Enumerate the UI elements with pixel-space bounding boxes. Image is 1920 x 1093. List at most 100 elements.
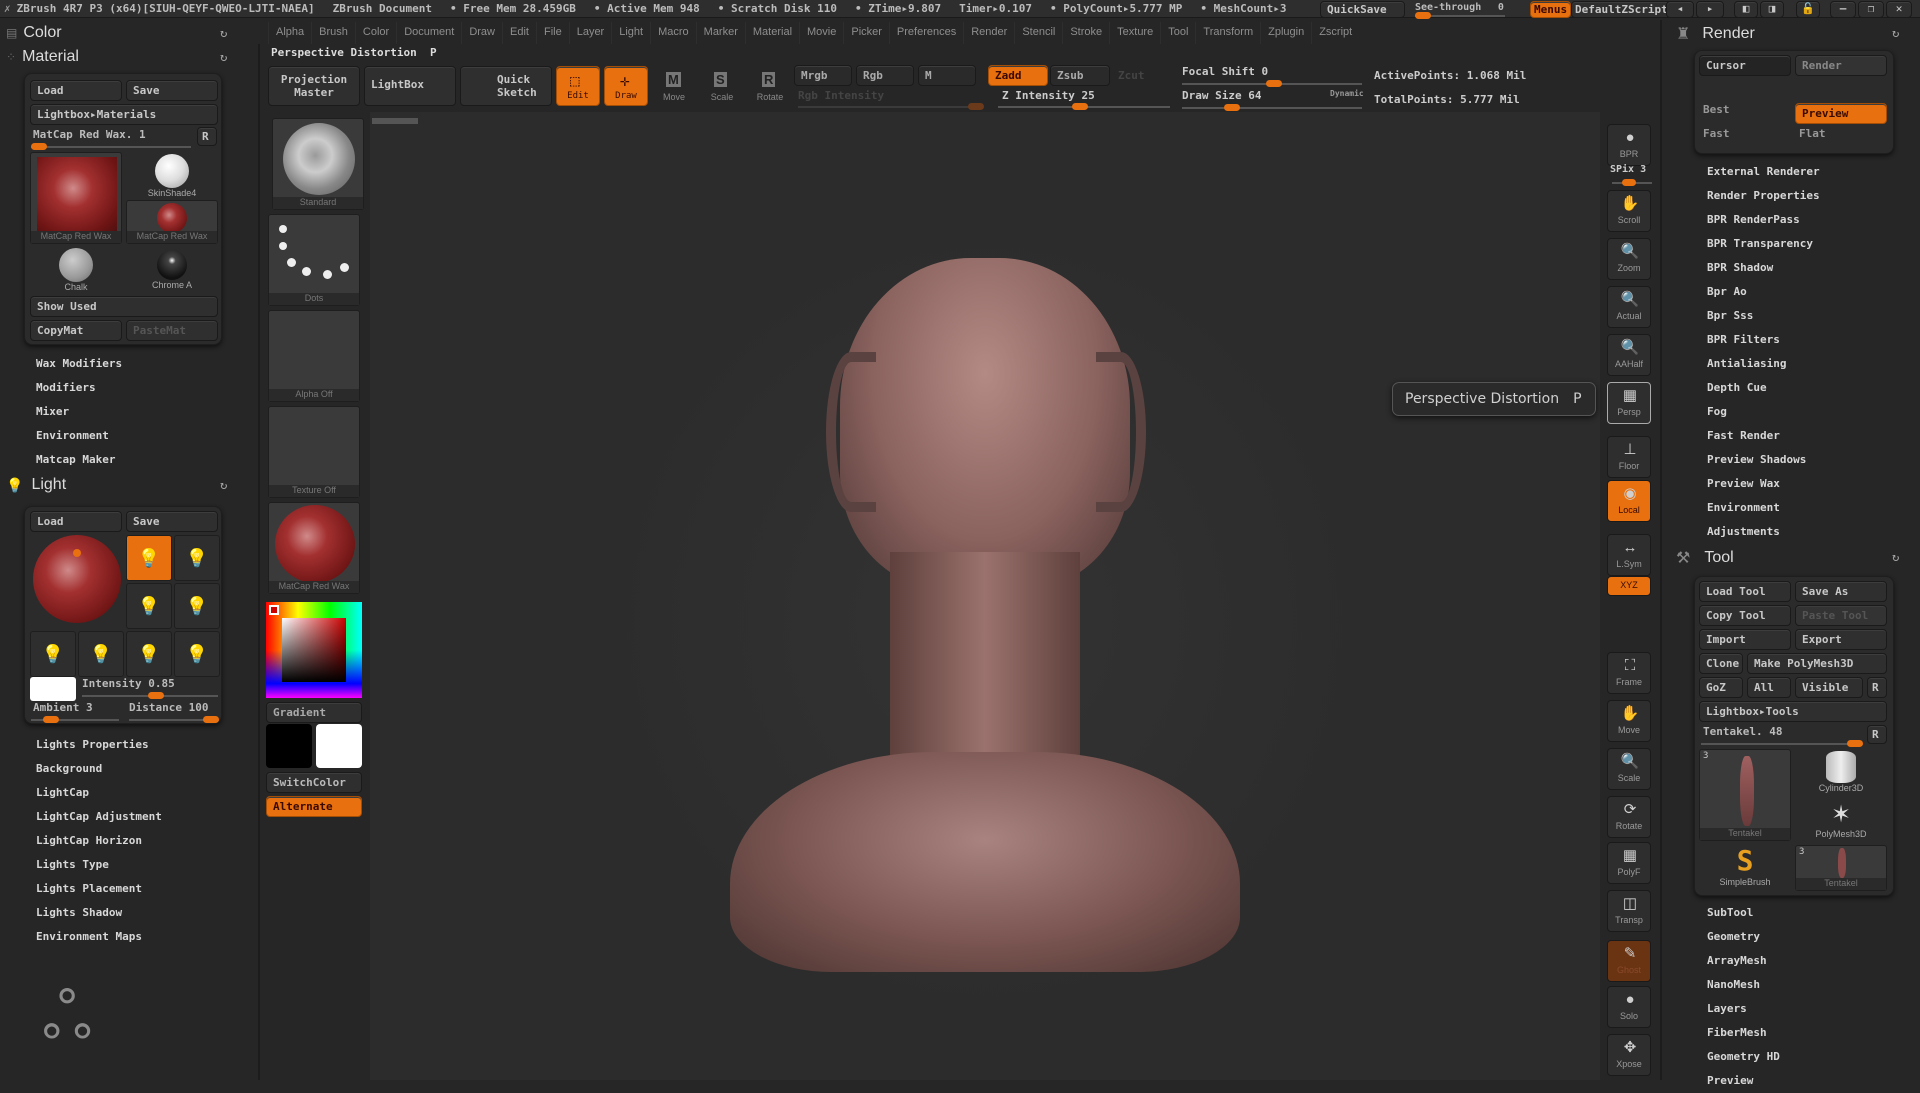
menu-stroke[interactable]: Stroke <box>1062 22 1109 44</box>
tool-sub-nanomesh[interactable]: NanoMesh <box>1707 973 1897 997</box>
render-sub-bpr-renderpass[interactable]: BPR RenderPass <box>1707 208 1897 232</box>
light-8-icon[interactable]: 💡 <box>174 631 220 677</box>
lightbox-materials-button[interactable]: Lightbox▸Materials <box>30 104 218 125</box>
light-save-button[interactable]: Save <box>126 511 218 532</box>
solo-button[interactable]: ● Solo <box>1607 986 1651 1028</box>
lock-icon[interactable]: 🔓 <box>1796 1 1820 18</box>
menu-transform[interactable]: Transform <box>1195 22 1260 44</box>
material-thumb-chalk[interactable]: Chalk <box>30 246 122 292</box>
tool-popout-icon[interactable]: ↻ <box>1892 550 1899 564</box>
render-best-button[interactable]: Best <box>1703 103 1730 116</box>
scroll-left-icon[interactable]: ◂ <box>1666 1 1694 18</box>
menu-draw[interactable]: Draw <box>461 22 502 44</box>
goz-button[interactable]: GoZ <box>1699 677 1743 698</box>
menu-alpha[interactable]: Alpha <box>268 22 311 44</box>
light-7-icon[interactable]: 💡 <box>126 631 172 677</box>
light-3-icon[interactable]: 💡 <box>126 583 172 629</box>
quicksave-button[interactable]: QuickSave <box>1320 1 1405 18</box>
light-palette-header[interactable]: 💡 Light <box>6 476 66 494</box>
menu-stencil[interactable]: Stencil <box>1014 22 1062 44</box>
light-sub-lights-type[interactable]: Lights Type <box>36 853 216 877</box>
tool-thumb-cylinder3d[interactable]: Cylinder3D <box>1795 749 1887 795</box>
light-sub-lights-placement[interactable]: Lights Placement <box>36 877 216 901</box>
transp-button[interactable]: ◫ Transp <box>1607 890 1651 932</box>
switchcolor-button[interactable]: SwitchColor <box>266 772 362 793</box>
menu-layer[interactable]: Layer <box>568 22 612 44</box>
close-icon[interactable]: ✕ <box>1886 1 1912 18</box>
menu-preferences[interactable]: Preferences <box>888 22 963 44</box>
main-color-swatch[interactable] <box>316 724 362 768</box>
render-render-button[interactable]: Render <box>1795 55 1887 76</box>
material-sub-mixer[interactable]: Mixer <box>36 400 216 424</box>
stroke-thumb[interactable]: Dots <box>268 214 360 306</box>
scroll-button[interactable]: ✋ Scroll <box>1607 190 1651 232</box>
menu-movie[interactable]: Movie <box>799 22 843 44</box>
render-palette-header[interactable]: ♜ Render <box>1676 24 1755 44</box>
render-sub-bpr-ao[interactable]: Bpr Ao <box>1707 280 1897 304</box>
lightbox-button[interactable]: LightBox <box>364 66 456 106</box>
material-palette-header[interactable]: ⁘ Material <box>6 48 79 66</box>
rgb-button[interactable]: Rgb <box>856 65 914 86</box>
default-zscript-button[interactable]: DefaultZScript <box>1571 1 1672 18</box>
render-sub-bpr-shadow[interactable]: BPR Shadow <box>1707 256 1897 280</box>
canvas-scrollbar[interactable] <box>372 118 418 124</box>
paste-tool-button[interactable]: Paste Tool <box>1795 605 1887 626</box>
material-sub-environment[interactable]: Environment <box>36 424 216 448</box>
goz-r-button[interactable]: R <box>1867 677 1887 698</box>
rotate-button[interactable]: R Rotate <box>748 70 792 106</box>
export-button[interactable]: Export <box>1795 629 1887 650</box>
menu-color[interactable]: Color <box>354 22 396 44</box>
light-5-icon[interactable]: 💡 <box>30 631 76 677</box>
render-preview-button[interactable]: Preview <box>1795 103 1887 124</box>
m-button[interactable]: M <box>918 65 976 86</box>
spix-slider[interactable] <box>1612 179 1652 186</box>
alternate-button[interactable]: Alternate <box>266 796 362 817</box>
zsub-button[interactable]: Zsub <box>1050 65 1110 86</box>
goz-visible-button[interactable]: Visible <box>1795 677 1863 698</box>
render-sub-render-properties[interactable]: Render Properties <box>1707 184 1897 208</box>
tool-sub-layers[interactable]: Layers <box>1707 997 1897 1021</box>
polyf-button[interactable]: ▦ PolyF <box>1607 842 1651 884</box>
menu-light[interactable]: Light <box>611 22 650 44</box>
material-sub-modifiers[interactable]: Modifiers <box>36 376 216 400</box>
ambient-slider[interactable] <box>31 716 119 723</box>
material-sub-matcap-maker[interactable]: Matcap Maker <box>36 448 216 472</box>
mrgb-button[interactable]: Mrgb <box>794 65 852 86</box>
material-sub-wax-modifiers[interactable]: Wax Modifiers <box>36 352 216 376</box>
texture-thumb[interactable]: Texture Off <box>268 406 360 498</box>
tool-reset-button[interactable]: R <box>1867 725 1887 744</box>
popout-icon[interactable]: ↻ <box>220 26 227 40</box>
material-save-button[interactable]: Save <box>126 80 218 101</box>
gradient-button[interactable]: Gradient <box>266 702 362 723</box>
local-button[interactable]: ◉ Local <box>1607 480 1651 522</box>
draw-button[interactable]: ✛ Draw <box>604 66 648 106</box>
render-sub-preview-shadows[interactable]: Preview Shadows <box>1707 448 1897 472</box>
light-color-swatch[interactable] <box>30 677 76 701</box>
light-sub-background[interactable]: Background <box>36 757 216 781</box>
light-sphere-preview[interactable] <box>33 535 121 623</box>
goz-all-button[interactable]: All <box>1747 677 1791 698</box>
actual-button[interactable]: 🔍 Actual <box>1607 286 1651 328</box>
material-thumb-skinshade4[interactable]: SkinShade4 <box>126 152 218 198</box>
edit-button[interactable]: ⬚ Edit <box>556 66 600 106</box>
tool-sub-geometry[interactable]: Geometry <box>1707 925 1897 949</box>
xyz-button[interactable]: XYZ <box>1607 576 1651 596</box>
render-sub-antialiasing[interactable]: Antialiasing <box>1707 352 1897 376</box>
import-button[interactable]: Import <box>1699 629 1791 650</box>
color-palette-header[interactable]: ▤ Color <box>6 24 62 42</box>
tool-palette-header[interactable]: ⚒ Tool <box>1676 548 1734 568</box>
popout-icon[interactable]: ↻ <box>220 478 227 492</box>
draw-size-slider[interactable] <box>1182 104 1362 111</box>
frame-button[interactable]: ⛶ Frame <box>1607 652 1651 694</box>
render-cursor-button[interactable]: Cursor <box>1699 55 1791 76</box>
show-used-button[interactable]: Show Used <box>30 296 218 317</box>
zcut-button[interactable]: Zcut <box>1118 69 1145 82</box>
tool-sub-fibermesh[interactable]: FiberMesh <box>1707 1021 1897 1045</box>
load-tool-button[interactable]: Load Tool <box>1699 581 1791 602</box>
render-popout-icon[interactable]: ↻ <box>1892 26 1899 40</box>
tool-sub-subtool[interactable]: SubTool <box>1707 901 1897 925</box>
light-sub-lights-shadow[interactable]: Lights Shadow <box>36 901 216 925</box>
menu-brush[interactable]: Brush <box>311 22 355 44</box>
light-sub-lights-properties[interactable]: Lights Properties <box>36 733 216 757</box>
see-through-knob[interactable] <box>1415 12 1431 19</box>
